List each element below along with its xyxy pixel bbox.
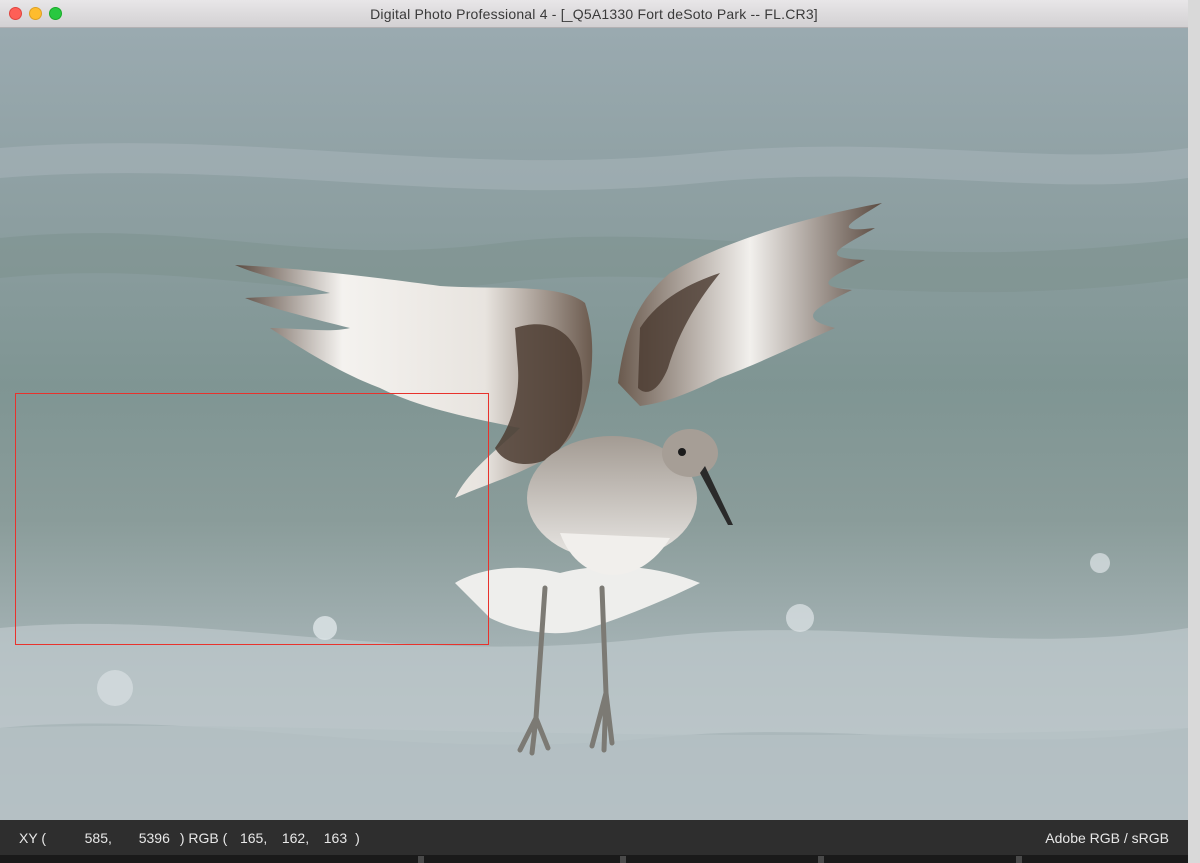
green-value: 162 (281, 830, 306, 846)
background-window-strip (1187, 0, 1200, 863)
bird-head (662, 429, 718, 477)
filmstrip-tick (1016, 856, 1022, 863)
x-coordinate: 585 (84, 830, 108, 846)
filmstrip-tick (418, 856, 424, 863)
title-bar[interactable]: Digital Photo Professional 4 - [_Q5A1330… (0, 0, 1188, 28)
window-bottom-edge (0, 855, 1188, 863)
filmstrip-tick (620, 856, 626, 863)
red-value: 165 (239, 830, 264, 846)
blue-value: 163 (323, 830, 348, 846)
pixel-readout: XY (585, 5396) RGB (165, 162, 163) (19, 830, 360, 846)
image-viewer[interactable] (0, 28, 1188, 820)
water-splash (1090, 553, 1110, 573)
water-splash (97, 670, 133, 706)
xy-label: XY ( (19, 830, 46, 846)
water-splash (786, 604, 814, 632)
rgb-close: ) (355, 830, 360, 846)
status-bar: XY (585, 5396) RGB (165, 162, 163) Adobe RG… (0, 820, 1188, 855)
color-space-label: Adobe RGB / sRGB (1045, 830, 1169, 846)
zoom-selection-rectangle[interactable] (15, 393, 489, 645)
app-window: Digital Photo Professional 4 - [_Q5A1330… (0, 0, 1200, 863)
y-coordinate: 5396 (138, 830, 170, 846)
rgb-label: ) RGB ( (179, 830, 228, 846)
window-title: Digital Photo Professional 4 - [_Q5A1330… (370, 6, 818, 22)
bird-eye (678, 448, 686, 456)
filmstrip-tick (818, 856, 824, 863)
